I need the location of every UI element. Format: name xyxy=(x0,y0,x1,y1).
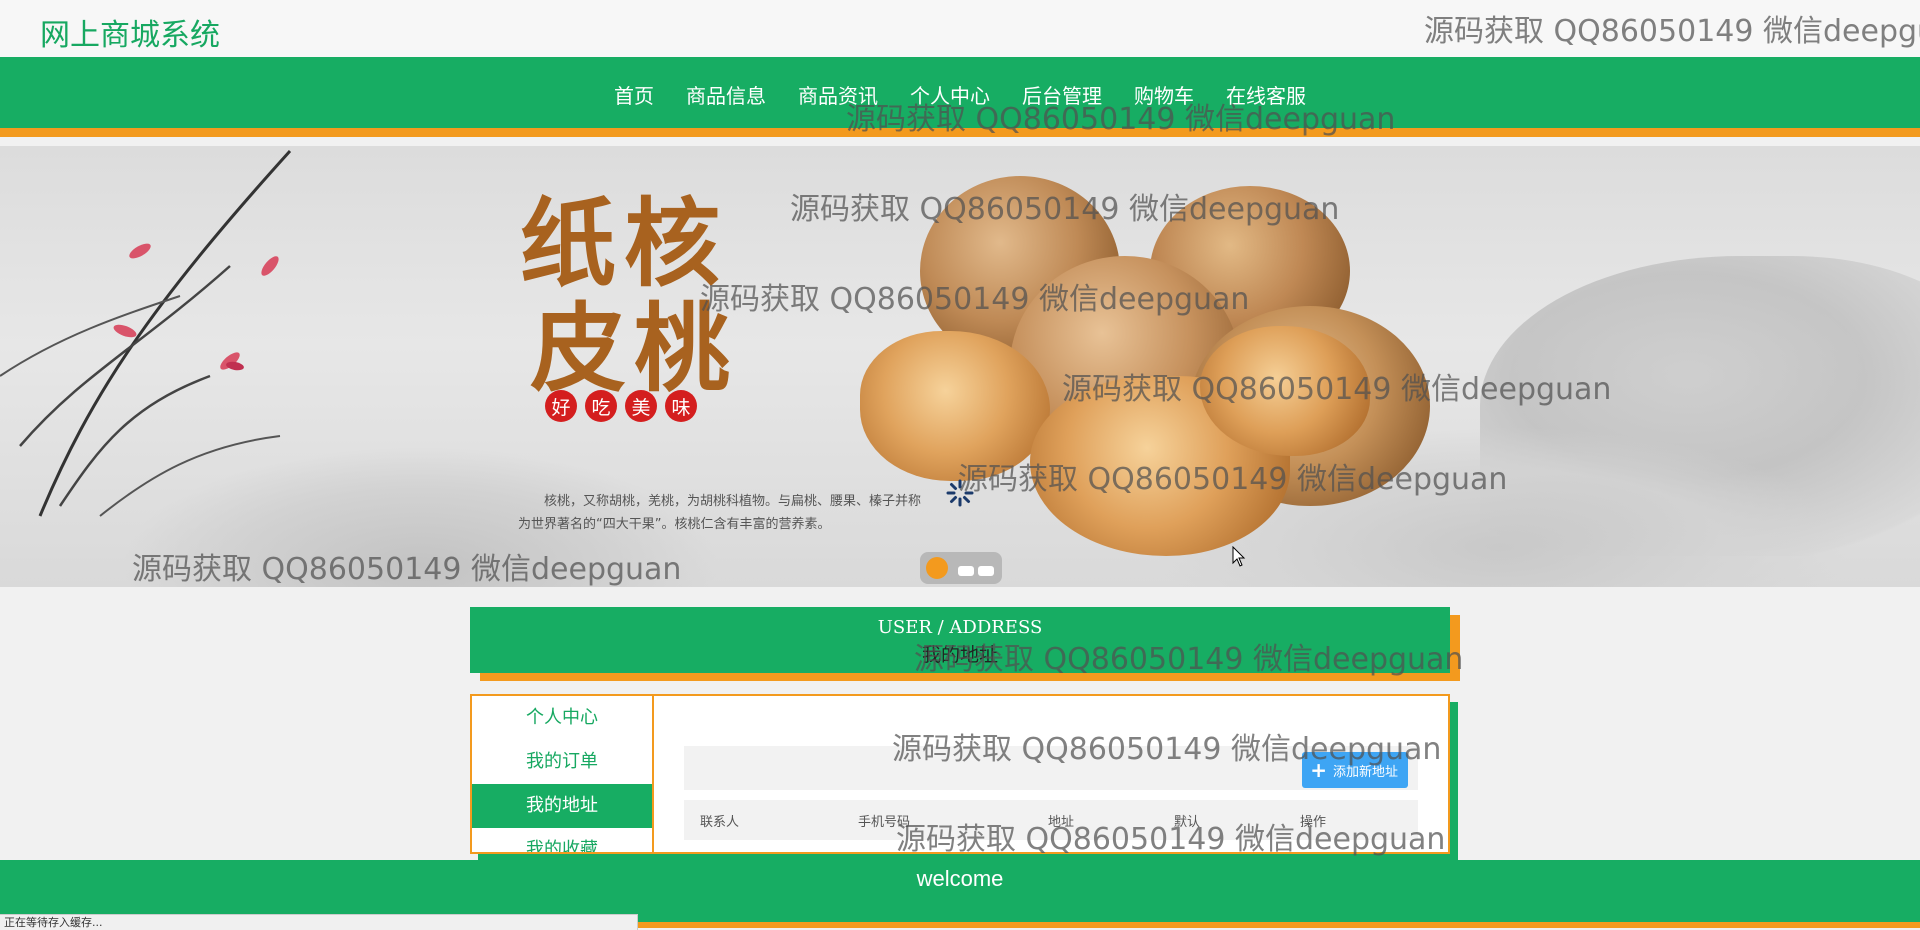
loading-spinner-icon xyxy=(946,479,974,507)
section-title-cn: 我的地址 xyxy=(921,644,998,666)
sidebar-item-address[interactable]: 我的地址 xyxy=(472,784,652,828)
top-header: 网上商城系统 xyxy=(0,0,1920,57)
section-header: USER / ADDRESS 我的地址 xyxy=(470,607,1450,673)
add-address-label: 添加新地址 xyxy=(1332,764,1398,780)
banner-tags: 好 吃 美 味 xyxy=(545,390,697,422)
carousel-dot-active[interactable] xyxy=(926,557,948,579)
column-header-default: 默认 xyxy=(1174,815,1201,830)
banner-description: 核桃，又称胡桃，羌桃，为胡桃科植物。与扁桃、腰果、榛子并称为世界著名的“四大干果… xyxy=(518,494,922,532)
banner-tag: 美 xyxy=(625,390,657,422)
banner-tag: 吃 xyxy=(585,390,617,422)
address-table-header: 联系人 手机号码 地址 默认 操作 xyxy=(684,800,1418,840)
mouse-cursor-icon xyxy=(1232,546,1246,567)
nav-items: 首页 商品信息 商品资讯 个人中心 后台管理 购物车 在线客服 xyxy=(598,80,1322,109)
banner-tag: 味 xyxy=(665,390,697,422)
nav-item-admin[interactable]: 后台管理 xyxy=(1006,80,1118,109)
carousel-dot[interactable] xyxy=(958,566,974,576)
column-header-address: 地址 xyxy=(1048,815,1075,830)
nav-item-news[interactable]: 商品资讯 xyxy=(782,80,894,109)
add-address-button[interactable]: + 添加新地址 xyxy=(1302,752,1408,788)
plus-icon: + xyxy=(1310,758,1327,782)
column-header-contact: 联系人 xyxy=(700,815,740,830)
main-nav: 首页 商品信息 商品资讯 个人中心 后台管理 购物车 在线客服 xyxy=(0,57,1920,137)
section-title-en: USER / ADDRESS xyxy=(877,617,1043,638)
orchid-illustration xyxy=(0,149,292,517)
column-header-actions: 操作 xyxy=(1300,815,1327,830)
sidebar-item-favorites[interactable]: 我的收藏 xyxy=(472,828,652,852)
user-sidebar: 个人中心 我的订单 我的地址 我的收藏 xyxy=(472,696,654,852)
banner-carousel[interactable]: 纸核 皮桃 好 吃 美 味 核桃，又称胡桃，羌桃，为胡桃科植物。与扁桃、腰果、榛… xyxy=(0,146,1920,587)
nav-item-user-center[interactable]: 个人中心 xyxy=(894,80,1006,109)
footer-text: welcome xyxy=(916,866,1004,891)
nav-item-home[interactable]: 首页 xyxy=(598,80,670,109)
carousel-dot[interactable] xyxy=(978,566,994,576)
nav-item-support[interactable]: 在线客服 xyxy=(1210,80,1322,109)
address-panel: 个人中心 我的订单 我的地址 我的收藏 + 添加新地址 联系人 手机号码 地址 … xyxy=(470,694,1450,854)
column-header-phone: 手机号码 xyxy=(858,815,911,830)
banner-tag: 好 xyxy=(545,390,577,422)
browser-status-bar: 正在等待存入缓存... xyxy=(0,914,638,930)
site-title[interactable]: 网上商城系统 xyxy=(40,10,220,54)
carousel-indicators xyxy=(920,552,1002,584)
nav-item-cart[interactable]: 购物车 xyxy=(1118,80,1210,109)
sidebar-item-user-center[interactable]: 个人中心 xyxy=(472,696,652,740)
sidebar-item-orders[interactable]: 我的订单 xyxy=(472,740,652,784)
nav-item-products[interactable]: 商品信息 xyxy=(670,80,782,109)
address-toolbar: + 添加新地址 xyxy=(684,746,1418,790)
